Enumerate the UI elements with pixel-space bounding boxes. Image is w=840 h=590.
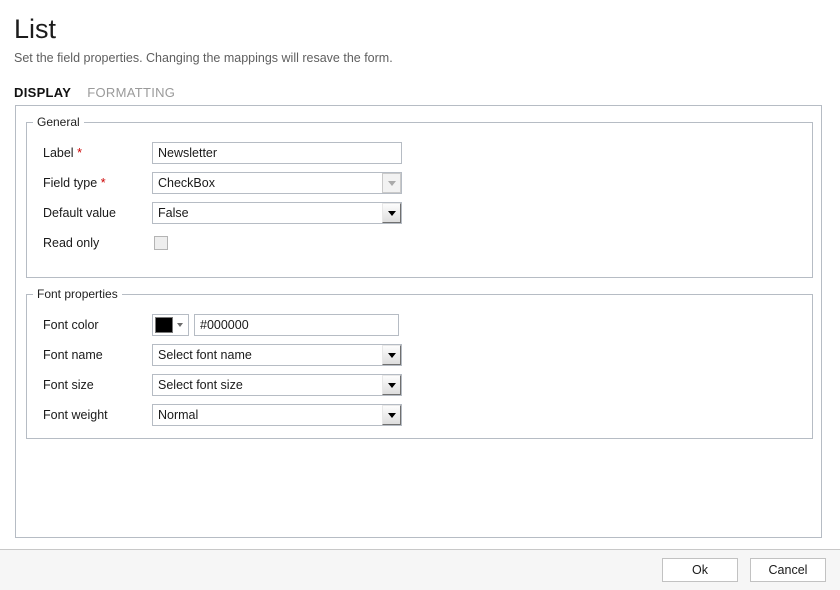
font-color-picker[interactable] (152, 314, 189, 336)
chevron-down-icon-font-color[interactable] (177, 323, 183, 327)
font-name-select[interactable]: Select font name (152, 344, 402, 366)
font-size-select[interactable]: Select font size (152, 374, 402, 396)
general-legend: General (33, 115, 84, 129)
row-label: Label * (27, 138, 812, 168)
font-rows: Font color Font name Select font name Fo… (27, 301, 812, 430)
row-font-name: Font name Select font name (27, 340, 812, 370)
row-font-color: Font color (27, 310, 812, 340)
row-font-size: Font size Select font size (27, 370, 812, 400)
field-type-select: CheckBox (152, 172, 402, 194)
font-weight-select[interactable]: Normal (152, 404, 402, 426)
page-subtitle: Set the field properties. Changing the m… (14, 50, 840, 66)
font-weight-caption: Font weight (43, 408, 152, 422)
field-type-caption: Field type * (43, 176, 152, 190)
read-only-checkbox[interactable] (154, 236, 168, 250)
properties-panel: General Label * Field type * CheckBox De… (15, 105, 822, 538)
chevron-down-icon-field-type (382, 173, 401, 193)
page-title: List (14, 14, 840, 44)
font-size-value: Select font size (153, 378, 382, 392)
row-read-only: Read only (27, 228, 812, 258)
cancel-button[interactable]: Cancel (750, 558, 826, 582)
font-color-hex-input[interactable] (194, 314, 399, 336)
label-input[interactable] (152, 142, 402, 164)
page-header: List Set the field properties. Changing … (0, 0, 840, 66)
field-type-caption-text: Field type (43, 176, 97, 190)
font-color-caption: Font color (43, 318, 152, 332)
color-swatch-icon (155, 317, 173, 333)
chevron-down-icon-font-name[interactable] (382, 345, 401, 365)
font-name-value: Select font name (153, 348, 382, 362)
chevron-down-icon-font-weight[interactable] (382, 405, 401, 425)
chevron-down-icon-default-value[interactable] (382, 203, 401, 223)
tab-display[interactable]: DISPLAY (14, 85, 71, 101)
font-properties-fieldset: Font properties Font color Font name Sel… (26, 287, 813, 439)
read-only-caption: Read only (43, 236, 152, 250)
tab-formatting[interactable]: FORMATTING (87, 85, 175, 101)
row-font-weight: Font weight Normal (27, 400, 812, 430)
font-size-caption: Font size (43, 378, 152, 392)
general-fieldset: General Label * Field type * CheckBox De… (26, 115, 813, 278)
required-asterisk-label: * (77, 146, 82, 160)
default-value-value: False (153, 206, 382, 220)
font-properties-legend: Font properties (33, 287, 122, 301)
general-rows: Label * Field type * CheckBox Default va… (27, 129, 812, 258)
font-weight-value: Normal (153, 408, 382, 422)
dialog-footer: Ok Cancel (0, 549, 840, 590)
chevron-down-icon-font-size[interactable] (382, 375, 401, 395)
label-field-caption: Label * (43, 146, 152, 160)
row-default-value: Default value False (27, 198, 812, 228)
field-type-value: CheckBox (153, 176, 382, 190)
required-asterisk-field-type: * (101, 176, 106, 190)
footer-buttons: Ok Cancel (662, 558, 826, 582)
row-field-type: Field type * CheckBox (27, 168, 812, 198)
default-value-select[interactable]: False (152, 202, 402, 224)
label-field-caption-text: Label (43, 146, 74, 160)
ok-button[interactable]: Ok (662, 558, 738, 582)
tab-bar: DISPLAY FORMATTING (14, 83, 840, 101)
font-name-caption: Font name (43, 348, 152, 362)
default-value-caption: Default value (43, 206, 152, 220)
